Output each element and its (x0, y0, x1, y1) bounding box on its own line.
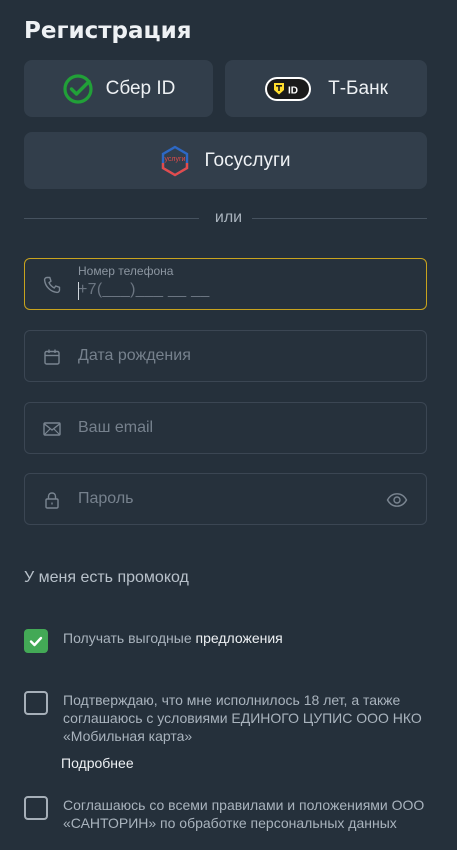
promo-code-link[interactable]: У меня есть промокод (24, 569, 189, 587)
lock-icon (42, 490, 62, 510)
mail-icon (42, 419, 62, 439)
sber-id-label: Сбер ID (105, 77, 176, 99)
divider-line-right (252, 218, 427, 219)
sber-logo-icon (62, 73, 94, 105)
show-password-eye-icon[interactable] (386, 491, 408, 509)
sber-id-button[interactable]: Сбер ID (24, 60, 213, 117)
offers-consent-text: Получать выгодные предложения (63, 629, 283, 647)
gosuslugi-button[interactable]: услуги Госуслуги (24, 132, 427, 189)
birthdate-field[interactable]: Дата рождения (24, 330, 427, 382)
email-field[interactable]: Ваш email (24, 402, 427, 454)
password-field[interactable]: Пароль (24, 473, 427, 525)
offers-text-part1: Получать выгодные (63, 630, 196, 646)
tbank-id-logo-icon: ID (264, 76, 312, 102)
checkmark-icon (29, 636, 43, 647)
phone-field[interactable]: Номер телефона +7(___)___ __ __ (24, 258, 427, 310)
calendar-icon (42, 347, 62, 367)
rules-consent-text: Соглашаюсь со всеми правилами и положени… (63, 797, 425, 831)
gosuslugi-label: Госуслуги (204, 149, 291, 171)
offers-checkbox[interactable] (24, 629, 48, 653)
age-consent-text: Подтверждаю, что мне исполнилось 18 лет,… (63, 692, 422, 744)
gosuslugi-logo-icon: услуги (160, 145, 190, 177)
phone-input[interactable]: +7(___)___ __ __ (78, 281, 210, 299)
tbank-label: Т-Банк (328, 77, 388, 99)
more-details-link[interactable]: Подробнее (61, 755, 134, 771)
tbank-button[interactable]: ID Т-Банк (225, 60, 427, 117)
offers-text-part2: предложения (195, 630, 283, 646)
text-cursor (78, 282, 79, 300)
tbank-badge-text: ID (288, 85, 298, 96)
phone-field-label: Номер телефона (78, 264, 174, 278)
rules-consent-checkbox[interactable] (24, 796, 48, 820)
email-input[interactable]: Ваш email (78, 419, 153, 437)
phone-icon (42, 275, 62, 295)
page-title: Регистрация (24, 18, 192, 44)
age-consent-checkbox[interactable] (24, 691, 48, 715)
password-input[interactable]: Пароль (78, 490, 134, 508)
gosuslugi-logo-text: услуги (165, 156, 186, 163)
birthdate-input[interactable]: Дата рождения (78, 347, 191, 365)
